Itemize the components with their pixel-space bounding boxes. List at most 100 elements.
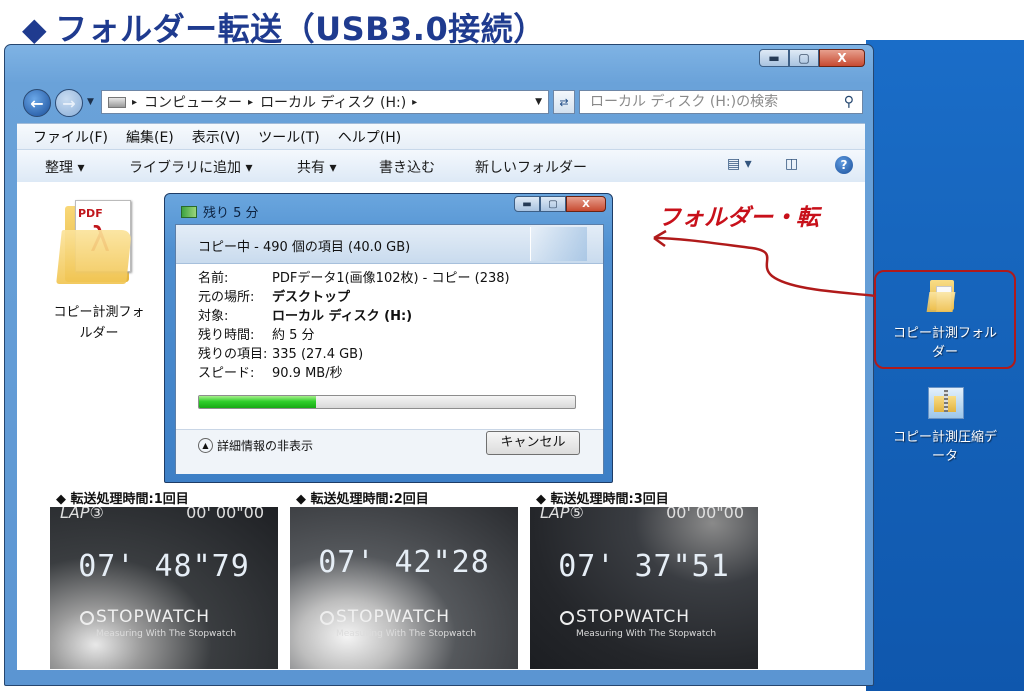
field-value: ローカル ディスク (H:) — [272, 309, 413, 324]
progress-fill — [199, 396, 316, 408]
field-destination: 対象: ローカル ディスク (H:) — [198, 307, 412, 326]
search-placeholder: ローカル ディスク (H:)の検索 — [590, 94, 779, 110]
field-key: 名前: — [198, 271, 229, 286]
crumb-separator[interactable]: ▸ — [132, 97, 137, 108]
stopwatch-icon — [320, 611, 334, 625]
zipper — [944, 390, 948, 412]
field-speed: スピード: 90.9 MB/秒 — [198, 364, 343, 383]
minimize-button[interactable]: ▬ — [759, 49, 789, 67]
back-button[interactable]: ← — [23, 89, 51, 117]
menu-bar: ファイル(F) 編集(E) 表示(V) ツール(T) ヘルプ(H) — [17, 123, 865, 150]
desktop-zip-label-line2: ータ — [931, 449, 958, 464]
field-key: 残りの項目: — [198, 347, 268, 362]
field-items-remaining: 残りの項目: 335 (27.4 GB) — [198, 345, 363, 364]
chevron-up-icon: ▲ — [198, 438, 213, 453]
stopwatch-label-2: ◆ 転送処理時間:2回目 — [296, 492, 429, 507]
copy-progress-dialog: 残り 5 分 ▬ ▢ X コピー中 - 490 個の項目 (40.0 GB) 名… — [164, 193, 613, 483]
help-icon[interactable]: ? — [835, 156, 853, 174]
arrow-curve — [653, 236, 877, 298]
dialog-title: 残り 5 分 — [181, 202, 259, 221]
maximize-button[interactable]: ▢ — [789, 49, 819, 67]
brand-text: STOPWATCH — [576, 607, 691, 627]
refresh-icon[interactable]: ⇄ — [553, 90, 575, 114]
field-value: 約 5 分 — [272, 328, 315, 343]
desktop-folder-label[interactable]: コピー計測フォル ダー — [870, 324, 1020, 362]
desktop-folder-label-line1: コピー計測フォル — [892, 326, 997, 341]
menu-edit[interactable]: 編集(E) — [126, 127, 174, 147]
stopwatch-photo-1: LAP③ 00' 00"00 07' 48"79 STOPWATCH Measu… — [50, 507, 278, 669]
menu-file[interactable]: ファイル(F) — [33, 127, 108, 147]
dialog-body: コピー中 - 490 個の項目 (40.0 GB) 名前: PDFデータ1(画像1… — [175, 224, 604, 474]
title-diamond: ◆ — [22, 10, 48, 48]
search-icon[interactable]: ⚲ — [844, 91, 854, 113]
menu-help[interactable]: ヘルプ(H) — [338, 127, 401, 147]
elapsed-time: 07' 48"79 — [78, 549, 250, 584]
view-options-icon[interactable]: ▤ ▾ — [727, 156, 752, 172]
elapsed-time: 07' 37"51 — [558, 549, 730, 584]
folder-label-line1: コピー計測フォ — [53, 305, 145, 320]
new-folder-button[interactable]: 新しいフォルダー — [475, 157, 587, 177]
field-value: PDFデータ1(画像102枚) - コピー (238) — [272, 271, 510, 286]
field-key: 対象: — [198, 309, 229, 324]
dialog-maximize-button[interactable]: ▢ — [540, 196, 566, 212]
dialog-close-button[interactable]: X — [566, 196, 606, 212]
share-button[interactable]: 共有 ▾ — [297, 157, 336, 177]
preview-pane-icon[interactable]: ◫ — [785, 156, 798, 172]
desktop-folder-icon[interactable] — [926, 280, 958, 312]
caption-buttons: ▬ ▢ X — [759, 49, 865, 67]
desktop-folder-label-line2: ダー — [931, 345, 958, 360]
copy-icon — [181, 205, 197, 218]
folder-front — [56, 230, 132, 284]
field-source: 元の場所: デスクトップ — [198, 288, 350, 307]
dialog-title-text: 残り 5 分 — [203, 206, 259, 221]
stopwatch-photo-3: LAP⑤ 00' 00"00 07' 37"51 STOPWATCH Measu… — [530, 507, 758, 669]
details-toggle[interactable]: ▲ 詳細情報の非表示 — [198, 437, 313, 454]
crumb-local-disk[interactable]: ローカル ディスク (H:) — [260, 92, 406, 112]
address-bar[interactable]: ▸ コンピューター ▸ ローカル ディスク (H:) ▸ ▼ — [101, 90, 549, 114]
command-bar: 整理 ▾ ライブラリに追加 ▾ 共有 ▾ 書き込む 新しいフォルダー ▤ ▾ ◫… — [17, 149, 865, 183]
brand-text: STOPWATCH — [336, 607, 451, 627]
field-key: スピード: — [198, 366, 255, 381]
lap-value: 00' 00"00 — [186, 507, 264, 522]
search-input[interactable]: ローカル ディスク (H:)の検索 ⚲ — [579, 90, 863, 114]
history-dropdown-icon[interactable]: ▼ — [87, 97, 94, 107]
pdf-folder-icon[interactable]: PDFλ — [56, 200, 139, 284]
stopwatch-label-3: ◆ 転送処理時間:3回目 — [536, 492, 669, 507]
stopwatch-icon — [560, 611, 574, 625]
menu-view[interactable]: 表示(V) — [192, 127, 241, 147]
field-time-remaining: 残り時間: 約 5 分 — [198, 326, 315, 345]
stopwatch-label-1: ◆ 転送処理時間:1回目 — [56, 492, 189, 507]
folder-front — [926, 292, 956, 312]
field-name: 名前: PDFデータ1(画像102枚) - コピー (238) — [198, 269, 510, 288]
dialog-minimize-button[interactable]: ▬ — [514, 196, 540, 212]
brand-text: STOPWATCH — [96, 607, 211, 627]
organize-button[interactable]: 整理 ▾ — [45, 157, 84, 177]
crumb-computer[interactable]: コンピューター — [144, 92, 242, 112]
brand-subtitle: Measuring With The Stopwatch — [576, 629, 717, 639]
drive-icon — [108, 96, 126, 108]
add-to-library-button[interactable]: ライブラリに追加 ▾ — [129, 157, 252, 177]
title-text: フォルダー転送（USB3.0接続） — [55, 10, 546, 48]
field-key: 元の場所: — [198, 290, 255, 305]
crumb-separator[interactable]: ▸ — [248, 97, 253, 108]
cancel-button[interactable]: キャンセル — [486, 431, 580, 455]
folder-label[interactable]: コピー計測フォ ルダー — [39, 302, 159, 344]
lap-label: LAP⑤ — [540, 507, 584, 522]
callout-arrow — [653, 229, 877, 298]
dialog-caption-buttons: ▬ ▢ X — [514, 196, 606, 212]
close-button[interactable]: X — [819, 49, 865, 67]
burn-button[interactable]: 書き込む — [379, 157, 435, 177]
lap-value: 00' 00"00 — [666, 507, 744, 522]
desktop-zip-label[interactable]: コピー計測圧縮デ ータ — [870, 428, 1020, 466]
menu-tools[interactable]: ツール(T) — [258, 127, 319, 147]
address-dropdown-icon[interactable]: ▼ — [535, 97, 542, 107]
field-value: 90.9 MB/秒 — [272, 366, 343, 381]
forward-button[interactable]: → — [55, 89, 83, 117]
field-value: デスクトップ — [272, 290, 351, 305]
zip-folder-icon[interactable] — [928, 387, 964, 419]
stopwatch-icon — [80, 611, 94, 625]
copy-progress-bar — [198, 395, 576, 409]
crumb-separator[interactable]: ▸ — [412, 97, 417, 108]
folder-label-line2: ルダー — [79, 326, 119, 341]
field-key: 残り時間: — [198, 328, 255, 343]
